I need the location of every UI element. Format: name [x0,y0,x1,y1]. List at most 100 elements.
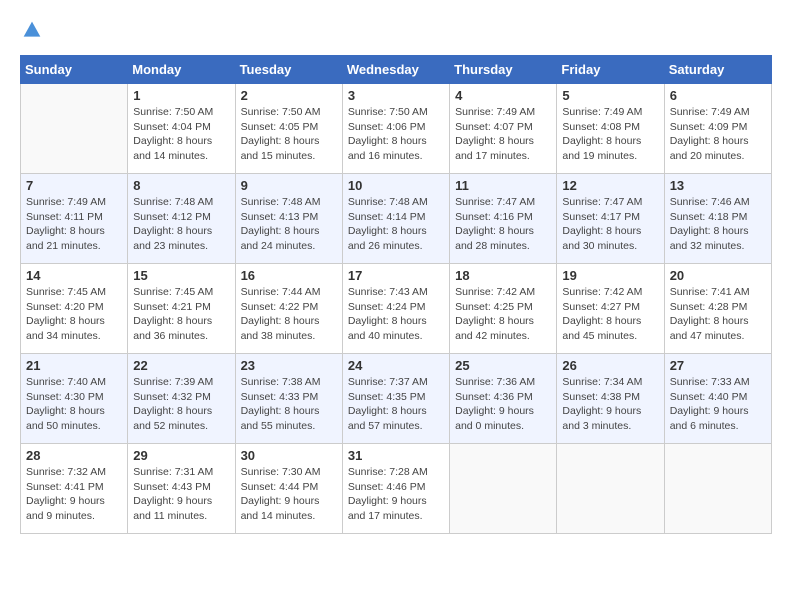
day-number: 9 [241,178,337,193]
day-info: Sunrise: 7:43 AM Sunset: 4:24 PM Dayligh… [348,285,444,344]
day-info: Sunrise: 7:42 AM Sunset: 4:27 PM Dayligh… [562,285,658,344]
day-info: Sunrise: 7:34 AM Sunset: 4:38 PM Dayligh… [562,375,658,434]
calendar-cell: 19 Sunrise: 7:42 AM Sunset: 4:27 PM Dayli… [557,264,664,354]
day-number: 17 [348,268,444,283]
day-number: 29 [133,448,229,463]
day-info: Sunrise: 7:39 AM Sunset: 4:32 PM Dayligh… [133,375,229,434]
day-number: 14 [26,268,122,283]
calendar-cell: 15Sunrise: 7:45 AM Sunset: 4:21 PM Dayli… [128,264,235,354]
day-number: 28 [26,448,122,463]
calendar-header-friday: Friday [557,56,664,84]
day-number: 26 [562,358,658,373]
day-info: Sunrise: 7:48 AM Sunset: 4:12 PM Dayligh… [133,195,229,254]
day-info: Sunrise: 7:48 AM Sunset: 4:13 PM Dayligh… [241,195,337,254]
calendar-cell: 9 Sunrise: 7:48 AM Sunset: 4:13 PM Daylig… [235,174,342,264]
calendar-cell: 1 Sunrise: 7:50 AM Sunset: 4:04 PM Daylig… [128,84,235,174]
calendar-cell: 23Sunrise: 7:38 AM Sunset: 4:33 PM Dayli… [235,354,342,444]
calendar-cell: 24 Sunrise: 7:37 AM Sunset: 4:35 PM Dayli… [342,354,449,444]
calendar-week-row: 14 Sunrise: 7:45 AM Sunset: 4:20 PM Dayli… [21,264,772,354]
day-number: 5 [562,88,658,103]
day-number: 10 [348,178,444,193]
calendar-cell [664,444,771,534]
calendar-cell: 4Sunrise: 7:49 AM Sunset: 4:07 PM Daylig… [450,84,557,174]
calendar-cell: 7Sunrise: 7:49 AM Sunset: 4:11 PM Daylig… [21,174,128,264]
day-number: 21 [26,358,122,373]
day-number: 19 [562,268,658,283]
calendar-header-monday: Monday [128,56,235,84]
day-info: Sunrise: 7:50 AM Sunset: 4:05 PM Dayligh… [241,105,337,164]
day-info: Sunrise: 7:47 AM Sunset: 4:16 PM Dayligh… [455,195,551,254]
day-number: 13 [670,178,766,193]
calendar-header-thursday: Thursday [450,56,557,84]
day-number: 3 [348,88,444,103]
day-info: Sunrise: 7:44 AM Sunset: 4:22 PM Dayligh… [241,285,337,344]
day-info: Sunrise: 7:49 AM Sunset: 4:11 PM Dayligh… [26,195,122,254]
calendar-cell: 27 Sunrise: 7:33 AM Sunset: 4:40 PM Dayli… [664,354,771,444]
day-info: Sunrise: 7:49 AM Sunset: 4:09 PM Dayligh… [670,105,766,164]
day-info: Sunrise: 7:32 AM Sunset: 4:41 PM Dayligh… [26,465,122,524]
calendar-header-wednesday: Wednesday [342,56,449,84]
day-number: 8 [133,178,229,193]
calendar-week-row: 1 Sunrise: 7:50 AM Sunset: 4:04 PM Daylig… [21,84,772,174]
day-number: 27 [670,358,766,373]
day-number: 11 [455,178,551,193]
calendar-cell: 17 Sunrise: 7:43 AM Sunset: 4:24 PM Dayli… [342,264,449,354]
day-number: 6 [670,88,766,103]
day-number: 23 [241,358,337,373]
calendar-header-tuesday: Tuesday [235,56,342,84]
calendar-cell: 29 Sunrise: 7:31 AM Sunset: 4:43 PM Dayli… [128,444,235,534]
calendar-cell: 11 Sunrise: 7:47 AM Sunset: 4:16 PM Dayli… [450,174,557,264]
day-info: Sunrise: 7:50 AM Sunset: 4:04 PM Dayligh… [133,105,229,164]
day-info: Sunrise: 7:49 AM Sunset: 4:08 PM Dayligh… [562,105,658,164]
day-number: 1 [133,88,229,103]
day-info: Sunrise: 7:30 AM Sunset: 4:44 PM Dayligh… [241,465,337,524]
calendar-cell: 8 Sunrise: 7:48 AM Sunset: 4:12 PM Daylig… [128,174,235,264]
day-number: 25 [455,358,551,373]
day-number: 24 [348,358,444,373]
day-number: 2 [241,88,337,103]
day-number: 4 [455,88,551,103]
day-info: Sunrise: 7:48 AM Sunset: 4:14 PM Dayligh… [348,195,444,254]
calendar-cell: 26 Sunrise: 7:34 AM Sunset: 4:38 PM Dayli… [557,354,664,444]
calendar-cell: 10 Sunrise: 7:48 AM Sunset: 4:14 PM Dayli… [342,174,449,264]
calendar-cell: 2 Sunrise: 7:50 AM Sunset: 4:05 PM Daylig… [235,84,342,174]
calendar-cell [21,84,128,174]
calendar-cell: 14 Sunrise: 7:45 AM Sunset: 4:20 PM Dayli… [21,264,128,354]
calendar-cell [450,444,557,534]
calendar-cell: 18Sunrise: 7:42 AM Sunset: 4:25 PM Dayli… [450,264,557,354]
day-number: 31 [348,448,444,463]
day-info: Sunrise: 7:40 AM Sunset: 4:30 PM Dayligh… [26,375,122,434]
calendar-cell [557,444,664,534]
calendar-cell: 28 Sunrise: 7:32 AM Sunset: 4:41 PM Dayli… [21,444,128,534]
day-info: Sunrise: 7:46 AM Sunset: 4:18 PM Dayligh… [670,195,766,254]
day-info: Sunrise: 7:42 AM Sunset: 4:25 PM Dayligh… [455,285,551,344]
calendar-cell: 13 Sunrise: 7:46 AM Sunset: 4:18 PM Dayli… [664,174,771,264]
calendar-cell: 31 Sunrise: 7:28 AM Sunset: 4:46 PM Dayli… [342,444,449,534]
calendar-cell: 22 Sunrise: 7:39 AM Sunset: 4:32 PM Dayli… [128,354,235,444]
day-info: Sunrise: 7:37 AM Sunset: 4:35 PM Dayligh… [348,375,444,434]
calendar-cell: 3 Sunrise: 7:50 AM Sunset: 4:06 PM Daylig… [342,84,449,174]
calendar-week-row: 28 Sunrise: 7:32 AM Sunset: 4:41 PM Dayli… [21,444,772,534]
calendar-cell: 25 Sunrise: 7:36 AM Sunset: 4:36 PM Dayli… [450,354,557,444]
day-number: 16 [241,268,337,283]
day-info: Sunrise: 7:47 AM Sunset: 4:17 PM Dayligh… [562,195,658,254]
day-info: Sunrise: 7:31 AM Sunset: 4:43 PM Dayligh… [133,465,229,524]
logo [20,20,42,45]
day-info: Sunrise: 7:33 AM Sunset: 4:40 PM Dayligh… [670,375,766,434]
calendar-header-saturday: Saturday [664,56,771,84]
day-number: 12 [562,178,658,193]
header [20,20,772,45]
calendar-cell: 20Sunrise: 7:41 AM Sunset: 4:28 PM Dayli… [664,264,771,354]
calendar-header-row: SundayMondayTuesdayWednesdayThursdayFrid… [21,56,772,84]
day-number: 22 [133,358,229,373]
calendar-cell: 30Sunrise: 7:30 AM Sunset: 4:44 PM Dayli… [235,444,342,534]
day-info: Sunrise: 7:36 AM Sunset: 4:36 PM Dayligh… [455,375,551,434]
day-info: Sunrise: 7:28 AM Sunset: 4:46 PM Dayligh… [348,465,444,524]
day-info: Sunrise: 7:45 AM Sunset: 4:20 PM Dayligh… [26,285,122,344]
calendar-header-sunday: Sunday [21,56,128,84]
logo-icon [22,20,42,40]
calendar-cell: 21 Sunrise: 7:40 AM Sunset: 4:30 PM Dayli… [21,354,128,444]
day-info: Sunrise: 7:41 AM Sunset: 4:28 PM Dayligh… [670,285,766,344]
day-number: 15 [133,268,229,283]
day-info: Sunrise: 7:50 AM Sunset: 4:06 PM Dayligh… [348,105,444,164]
